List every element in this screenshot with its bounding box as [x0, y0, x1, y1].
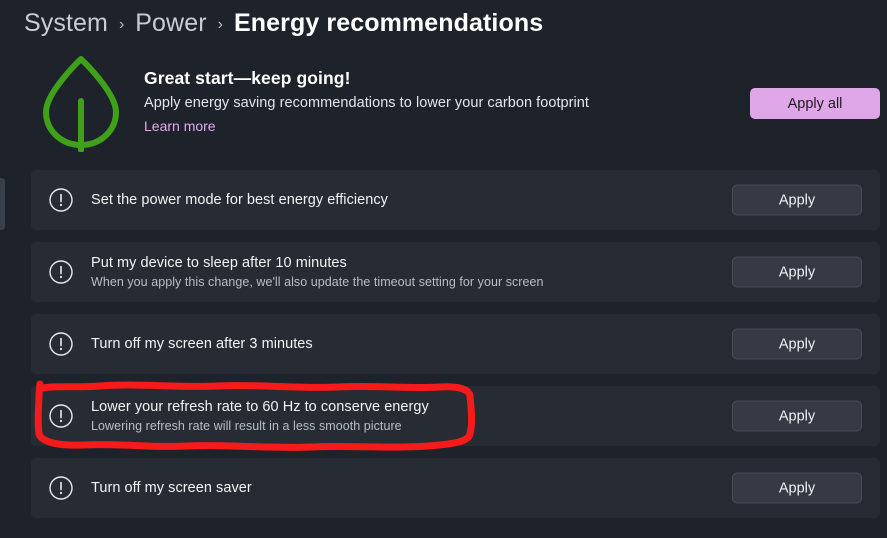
- apply-button[interactable]: Apply: [732, 472, 862, 504]
- recommendation-description: When you apply this change, we'll also u…: [91, 275, 544, 289]
- recommendation-row[interactable]: Turn off my screen saver Apply: [31, 458, 880, 518]
- exclamation-circle-icon: [48, 403, 74, 429]
- hero-subtitle: Apply energy saving recommendations to l…: [144, 95, 589, 111]
- exclamation-circle-icon: [48, 259, 74, 285]
- recommendation-text: Turn off my screen after 3 minutes: [91, 335, 710, 353]
- recommendation-row-highlighted[interactable]: Lower your refresh rate to 60 Hz to cons…: [31, 386, 880, 446]
- learn-more-link[interactable]: Learn more: [144, 118, 216, 134]
- breadcrumb-item-power[interactable]: Power: [135, 9, 206, 38]
- recommendation-title: Put my device to sleep after 10 minutes: [91, 255, 347, 271]
- apply-button[interactable]: Apply: [732, 256, 862, 288]
- recommendation-row[interactable]: Set the power mode for best energy effic…: [31, 170, 880, 230]
- recommendation-text: Set the power mode for best energy effic…: [91, 191, 710, 209]
- recommendation-text: Put my device to sleep after 10 minutes …: [91, 254, 710, 290]
- recommendation-description: Lowering refresh rate will result in a l…: [91, 419, 402, 433]
- breadcrumb-item-system[interactable]: System: [24, 9, 108, 38]
- chevron-right-icon: ›: [118, 15, 125, 33]
- apply-button[interactable]: Apply: [732, 328, 862, 360]
- recommendation-text: Turn off my screen saver: [91, 479, 710, 497]
- apply-button[interactable]: Apply: [732, 400, 862, 432]
- apply-all-button[interactable]: Apply all: [750, 88, 880, 119]
- recommendation-row[interactable]: Put my device to sleep after 10 minutes …: [31, 242, 880, 302]
- page-title: Energy recommendations: [233, 8, 544, 37]
- exclamation-circle-icon: [48, 331, 74, 357]
- scroll-indicator[interactable]: [0, 178, 5, 230]
- recommendation-title: Lower your refresh rate to 60 Hz to cons…: [91, 399, 429, 415]
- exclamation-circle-icon: [48, 475, 74, 501]
- breadcrumb: System › Power › Energy recommendations: [24, 0, 543, 46]
- hero-text-block: Great start—keep going! Apply energy sav…: [144, 68, 589, 136]
- recommendation-title: Set the power mode for best energy effic…: [91, 192, 388, 208]
- chevron-right-icon: ›: [217, 15, 223, 33]
- recommendation-row[interactable]: Turn off my screen after 3 minutes Apply: [31, 314, 880, 374]
- exclamation-circle-icon: [48, 187, 74, 213]
- recommendation-text: Lower your refresh rate to 60 Hz to cons…: [91, 398, 710, 434]
- hero-banner: Great start—keep going! Apply energy sav…: [31, 50, 880, 155]
- apply-button[interactable]: Apply: [732, 184, 862, 216]
- recommendation-title: Turn off my screen after 3 minutes: [91, 336, 313, 352]
- recommendations-list: Set the power mode for best energy effic…: [31, 170, 880, 530]
- recommendation-title: Turn off my screen saver: [91, 480, 252, 496]
- hero-title: Great start—keep going!: [144, 68, 351, 88]
- leaf-icon: [40, 54, 122, 153]
